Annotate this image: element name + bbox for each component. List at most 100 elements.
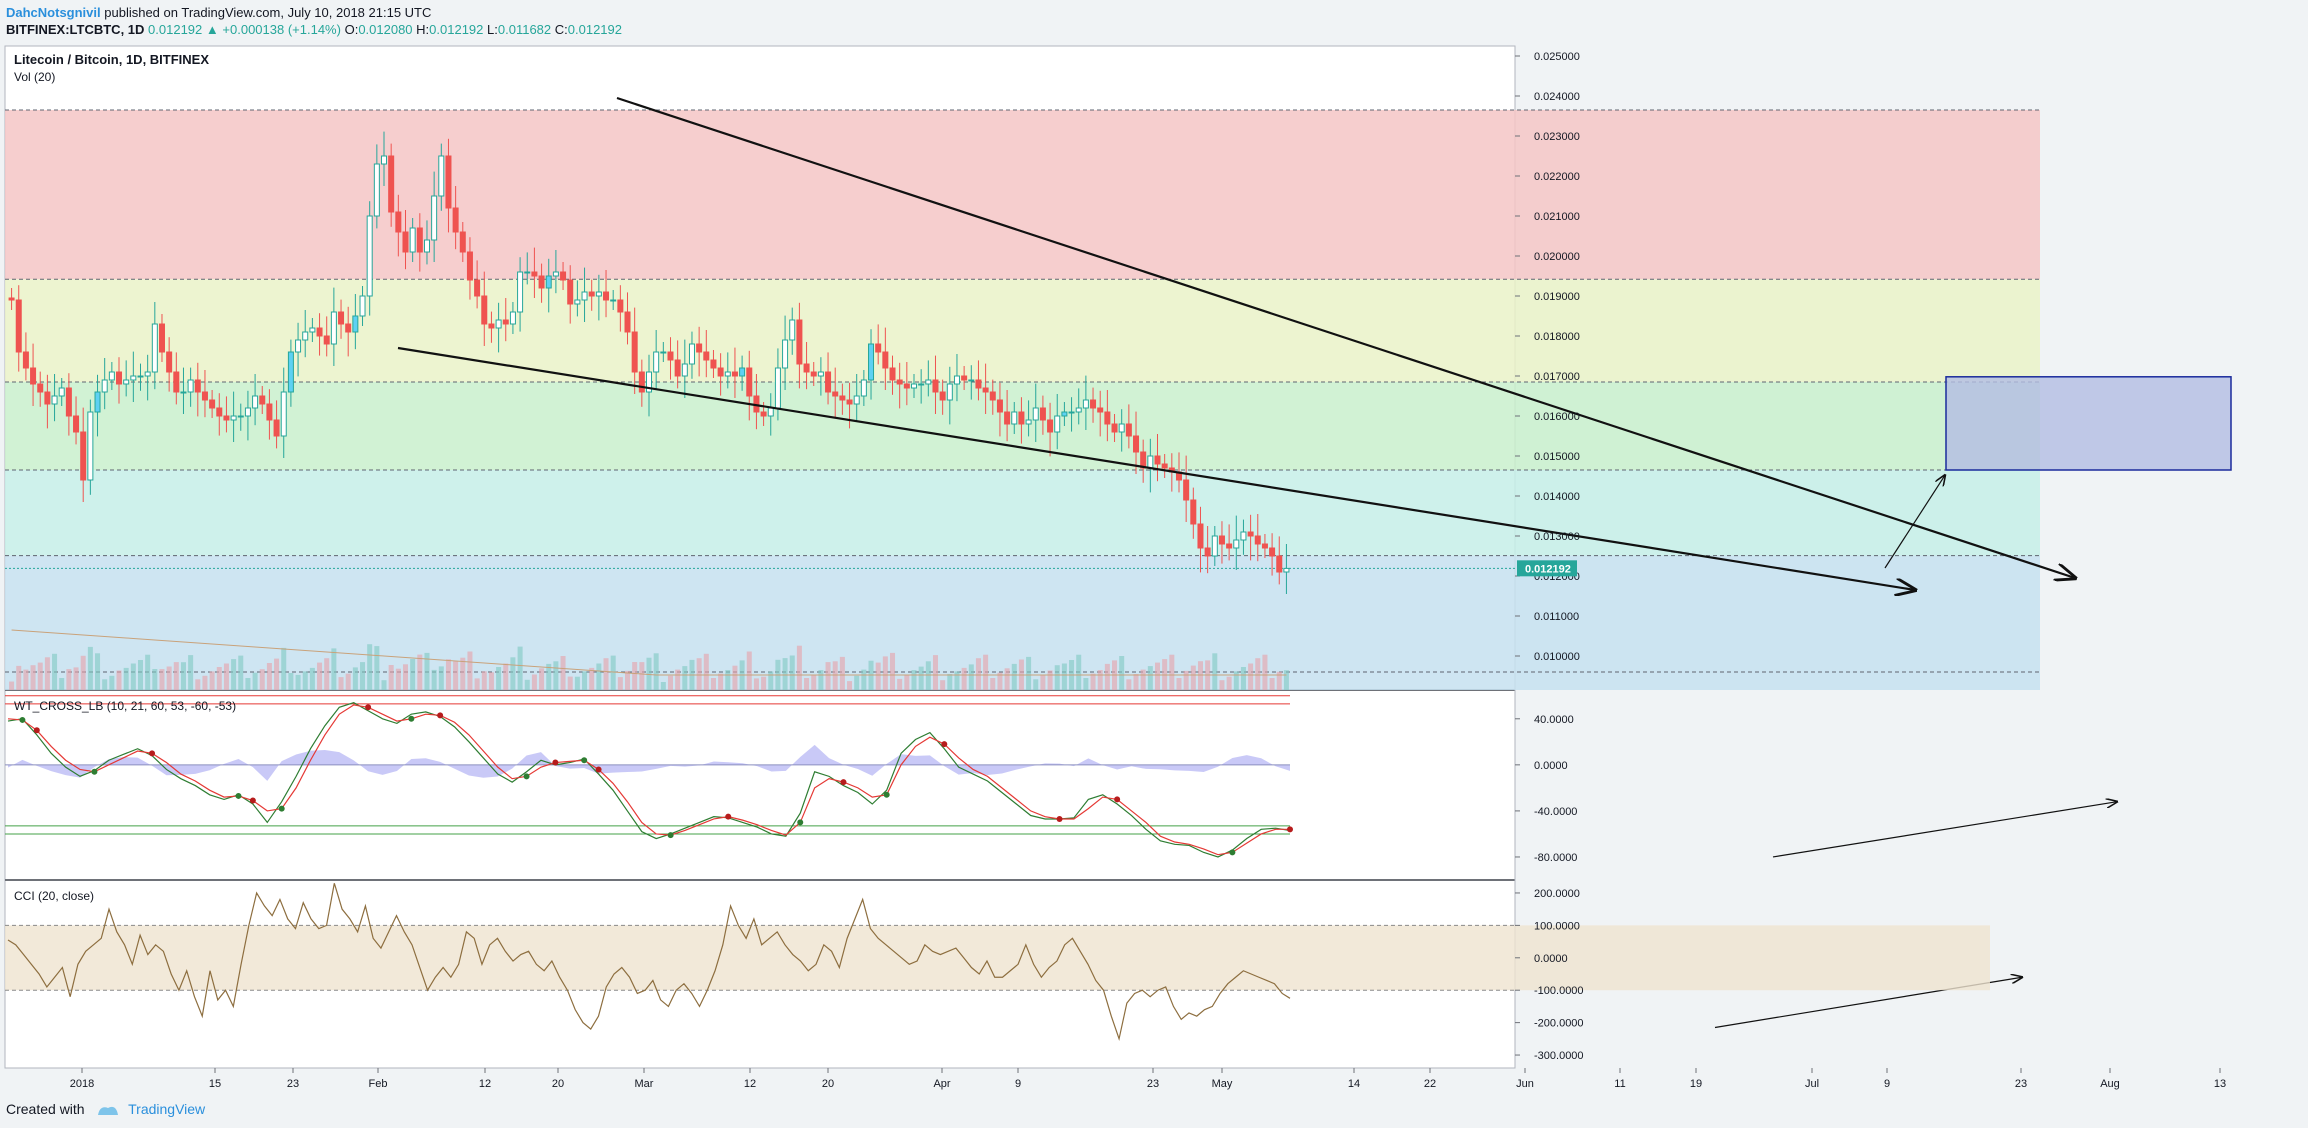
candle-body[interactable]	[946, 383, 953, 401]
candle-body[interactable]	[366, 215, 373, 297]
candle-body[interactable]	[194, 379, 201, 393]
candle-body[interactable]	[524, 271, 531, 274]
candle-body[interactable]	[982, 387, 989, 393]
candle-body[interactable]	[416, 227, 423, 253]
candle-body[interactable]	[151, 323, 158, 373]
candle-body[interactable]	[825, 371, 832, 393]
candle-body[interactable]	[767, 407, 774, 417]
candle-body[interactable]	[1011, 411, 1018, 425]
candle-body[interactable]	[395, 211, 402, 233]
candle-body[interactable]	[1133, 435, 1140, 453]
candle-body[interactable]	[1075, 407, 1082, 413]
candle-body[interactable]	[1068, 411, 1075, 414]
candle-body[interactable]	[617, 299, 624, 313]
candle-body[interactable]	[495, 319, 502, 329]
candle-body[interactable]	[8, 297, 15, 301]
candle-body[interactable]	[123, 379, 130, 385]
candle-body[interactable]	[1104, 411, 1111, 425]
candle-body[interactable]	[817, 371, 824, 377]
candle-body[interactable]	[58, 387, 65, 397]
candle-body[interactable]	[653, 351, 660, 373]
candle-body[interactable]	[1125, 423, 1132, 437]
candle-body[interactable]	[423, 239, 430, 253]
candle-body[interactable]	[896, 379, 903, 385]
candle-body[interactable]	[638, 371, 645, 393]
candle-body[interactable]	[94, 391, 101, 413]
candle-body[interactable]	[431, 195, 438, 241]
candle-body[interactable]	[130, 375, 137, 381]
candle-body[interactable]	[574, 299, 581, 305]
candle-body[interactable]	[359, 295, 366, 317]
candle-body[interactable]	[796, 319, 803, 365]
candle-body[interactable]	[216, 407, 223, 417]
candle-body[interactable]	[1111, 423, 1118, 433]
candle-body[interactable]	[302, 331, 309, 341]
candle-body[interactable]	[230, 415, 237, 421]
candle-body[interactable]	[1183, 479, 1190, 501]
candle-body[interactable]	[975, 379, 982, 389]
candle-body[interactable]	[567, 279, 574, 305]
candle-body[interactable]	[259, 395, 266, 405]
candle-body[interactable]	[22, 351, 29, 369]
candle-body[interactable]	[101, 379, 108, 393]
candle-body[interactable]	[560, 271, 567, 281]
candle-body[interactable]	[1233, 539, 1240, 549]
candle-body[interactable]	[667, 351, 674, 361]
candle-body[interactable]	[760, 411, 767, 417]
candle-body[interactable]	[545, 275, 552, 289]
candle-body[interactable]	[710, 359, 717, 369]
candle-body[interactable]	[37, 383, 44, 393]
candle-body[interactable]	[1247, 531, 1254, 537]
candle-body[interactable]	[739, 367, 746, 377]
candle-body[interactable]	[481, 295, 488, 325]
candle-body[interactable]	[1190, 499, 1197, 525]
candle-body[interactable]	[1240, 531, 1247, 541]
candle-body[interactable]	[803, 363, 810, 373]
candle-body[interactable]	[581, 291, 588, 301]
candle-body[interactable]	[509, 311, 516, 325]
candle-body[interactable]	[961, 375, 968, 381]
candle-body[interactable]	[65, 387, 72, 417]
candle-body[interactable]	[409, 227, 416, 253]
candle-body[interactable]	[610, 299, 617, 302]
candle-body[interactable]	[631, 331, 638, 373]
candle-body[interactable]	[1218, 535, 1225, 545]
candle-body[interactable]	[1204, 547, 1211, 557]
candle-body[interactable]	[201, 391, 208, 401]
candle-body[interactable]	[488, 323, 495, 329]
candle-body[interactable]	[1018, 411, 1025, 425]
candle-body[interactable]	[846, 399, 853, 405]
candle-body[interactable]	[1226, 543, 1233, 549]
candle-body[interactable]	[882, 351, 889, 369]
candle-body[interactable]	[116, 371, 123, 385]
candle-body[interactable]	[352, 315, 359, 333]
candle-body[interactable]	[209, 399, 216, 409]
candle-body[interactable]	[309, 327, 316, 333]
candle-body[interactable]	[44, 391, 51, 405]
candle-body[interactable]	[696, 343, 703, 353]
candle-body[interactable]	[459, 231, 466, 253]
candle-body[interactable]	[51, 395, 58, 405]
candle-body[interactable]	[180, 391, 187, 394]
candle-body[interactable]	[1097, 407, 1104, 413]
candle-body[interactable]	[939, 391, 946, 401]
candle-body[interactable]	[173, 371, 180, 393]
candle-body[interactable]	[445, 155, 452, 209]
candle-body[interactable]	[266, 403, 273, 421]
candle-body[interactable]	[925, 379, 932, 385]
candle-body[interactable]	[860, 379, 867, 397]
candle-body[interactable]	[287, 351, 294, 393]
candle-body[interactable]	[989, 391, 996, 401]
candle-body[interactable]	[30, 367, 37, 385]
candle-body[interactable]	[1032, 407, 1039, 421]
candle-body[interactable]	[87, 411, 94, 481]
candle-body[interactable]	[80, 431, 87, 481]
candle-body[interactable]	[1082, 399, 1089, 409]
candle-body[interactable]	[1161, 463, 1168, 469]
candle-body[interactable]	[903, 383, 910, 389]
candle-body[interactable]	[1090, 399, 1097, 409]
candle-body[interactable]	[703, 351, 710, 361]
candle-body[interactable]	[323, 335, 330, 345]
candle-body[interactable]	[839, 395, 846, 401]
candle-body[interactable]	[137, 375, 144, 378]
